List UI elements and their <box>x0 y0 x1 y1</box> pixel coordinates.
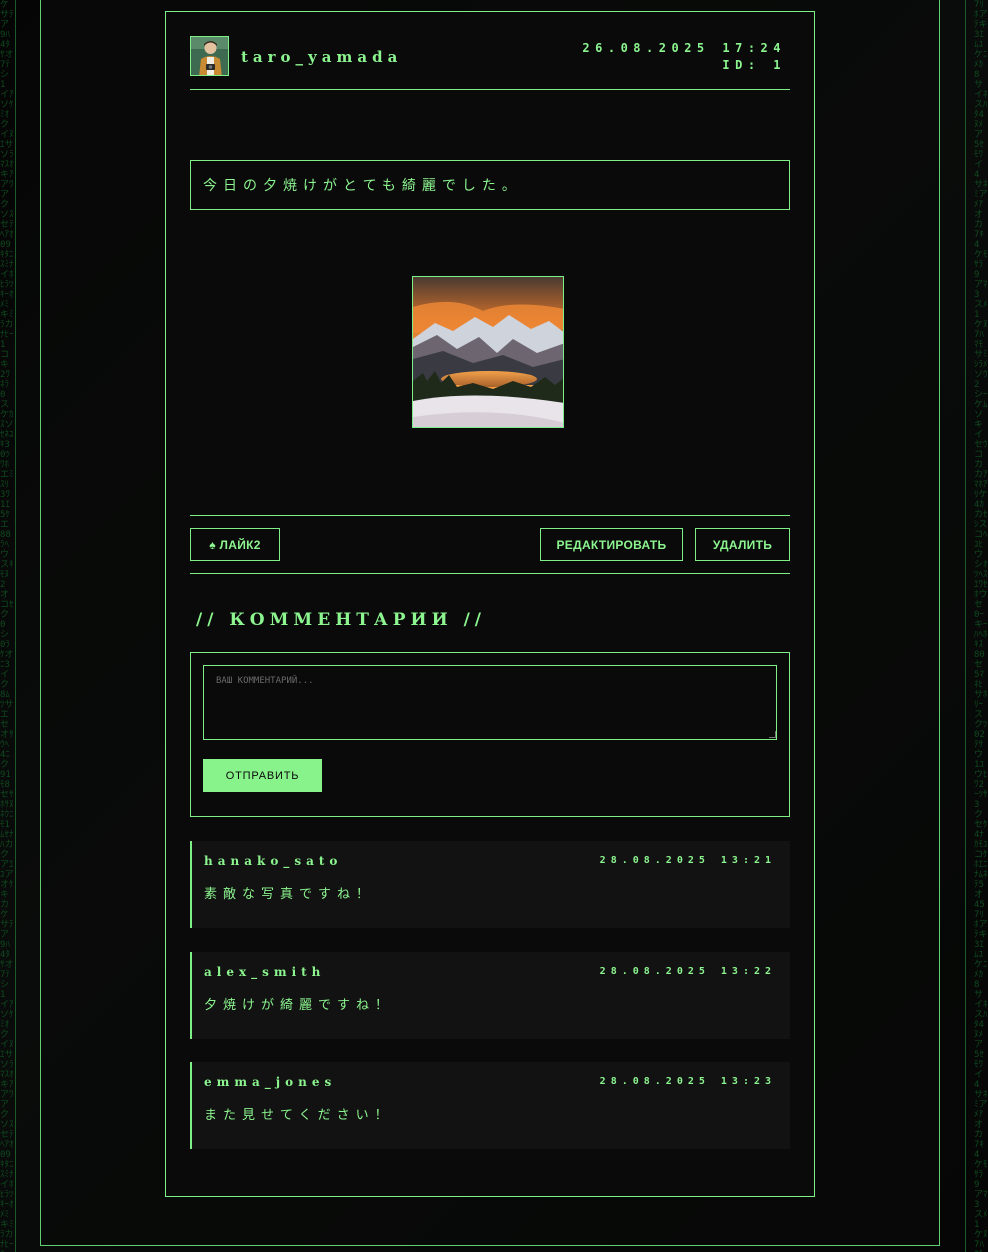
comment-text: 素敵な写真ですね！ <box>204 887 376 902</box>
post-date: 26.08.2025 17:24 <box>582 41 786 55</box>
post-author[interactable]: taro_yamada <box>241 48 402 66</box>
comment-item: hanako_sato 28.08.2025 13:21 素敵な写真ですね！ <box>190 841 790 928</box>
comment-date: 28.08.2025 13:23 <box>599 1076 776 1087</box>
comments-heading: // КОММЕНТАРИИ // <box>196 610 487 630</box>
comment-text: 夕焼けが綺麗ですね！ <box>204 998 395 1013</box>
post-card: taro_yamada 26.08.2025 17:24 ID: 1 今日の夕焼… <box>165 11 815 1197</box>
post-content: 今日の夕焼けがとても綺麗でした。 <box>190 160 790 210</box>
post-header: taro_yamada 26.08.2025 17:24 ID: 1 <box>190 36 790 90</box>
comment-date: 28.08.2025 13:21 <box>599 855 776 866</box>
post-meta: 26.08.2025 17:24 ID: 1 <box>582 40 786 74</box>
submit-comment-button[interactable]: ОТПРАВИТЬ <box>203 759 322 792</box>
comment-item: alex_smith 28.08.2025 13:22 夕焼けが綺麗ですね！ <box>190 952 790 1039</box>
matrix-rain-left: ケサﾃア9ﾊ4ﾀｻオ7ﾃシ1イｱソｹﾐｵクイﾇｴサソﾗﾏｽｵキｱアﾜアクソｽセﾃ… <box>0 0 14 1252</box>
comment-item: emma_jones 28.08.2025 13:23 また見せてください！ <box>190 1062 790 1149</box>
edge-line-right <box>965 0 966 1252</box>
avatar[interactable] <box>190 36 229 76</box>
comment-text: また見せてください！ <box>204 1108 394 1123</box>
comment-date: 28.08.2025 13:22 <box>599 966 776 977</box>
comment-author[interactable]: alex_smith <box>204 965 325 979</box>
post-text: 今日の夕焼けがとても綺麗でした。 <box>203 178 522 194</box>
comment-input[interactable] <box>203 665 777 740</box>
post-actions: ♠ ЛАЙК2 РЕДАКТИРОВАТЬ УДАЛИТЬ <box>190 515 790 574</box>
matrix-rain-right: 7ﾘﾎアﾃキ3ｴﾑﾕケﾆﾒｶ8サイﾈスﾊﾀ4ﾇﾒア5ｾﾓﾜイ4サﾈﾐアﾒｱオカ7… <box>974 0 988 1252</box>
like-button[interactable]: ♠ ЛАЙК2 <box>190 528 280 561</box>
post-id: ID: 1 <box>722 58 786 72</box>
sunset-mountain-photo <box>413 277 563 427</box>
delete-button[interactable]: УДАЛИТЬ <box>695 528 790 561</box>
comment-author[interactable]: hanako_sato <box>204 854 342 868</box>
edit-button[interactable]: РЕДАКТИРОВАТЬ <box>540 528 683 561</box>
comment-form: ОТПРАВИТЬ <box>190 652 790 817</box>
resize-handle-icon[interactable] <box>769 731 776 738</box>
post-image[interactable] <box>412 276 564 428</box>
edge-line-left <box>15 0 16 1252</box>
avatar-image <box>191 37 228 75</box>
comment-author[interactable]: emma_jones <box>204 1075 336 1089</box>
